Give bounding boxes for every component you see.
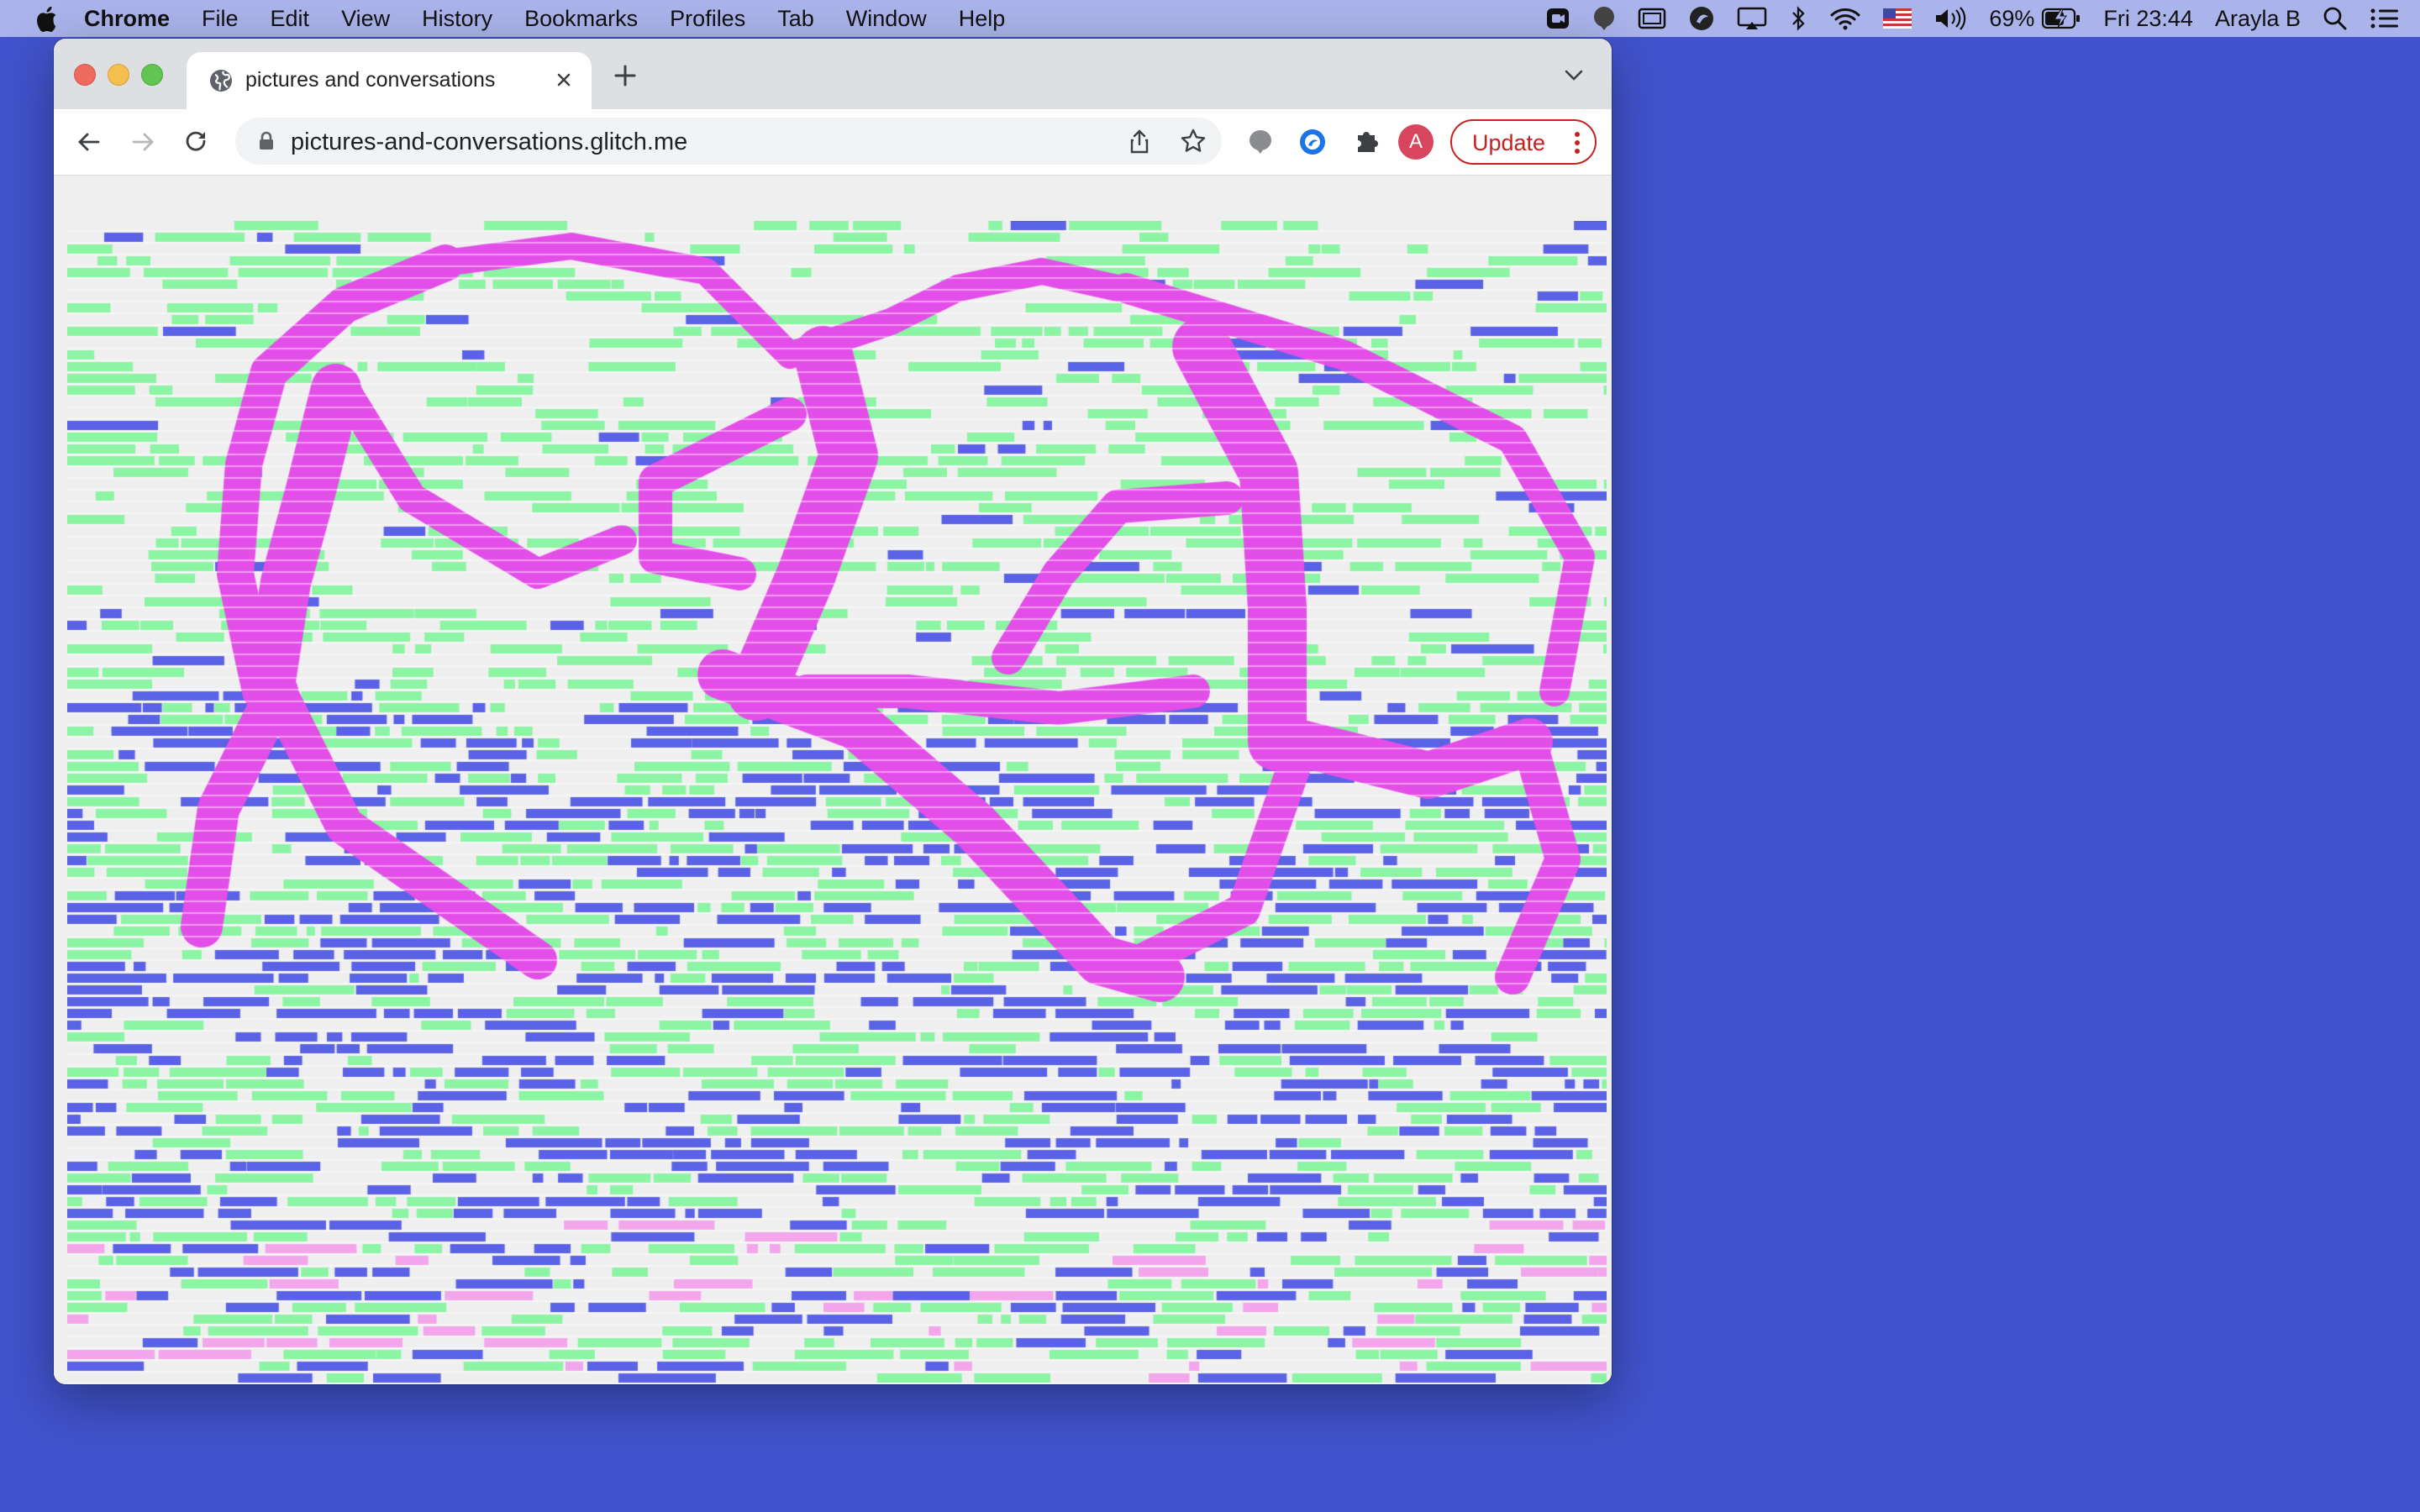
page-content (54, 176, 1612, 1384)
reload-button[interactable] (180, 109, 213, 175)
tab-strip: pictures and conversations (54, 39, 1612, 109)
more-menu-icon (1575, 132, 1580, 154)
zoom-icon[interactable] (1545, 6, 1570, 31)
close-window-button[interactable] (74, 64, 96, 86)
menu-bar: Chrome File Edit View History Bookmarks … (0, 0, 2420, 37)
profile-avatar[interactable]: A (1398, 124, 1434, 160)
forward-button[interactable] (126, 109, 160, 175)
extension-logo-icon (1300, 129, 1325, 155)
menu-edit[interactable]: Edit (271, 6, 310, 32)
url-text[interactable]: pictures-and-conversations.glitch.me (291, 129, 687, 156)
tab-title: pictures and conversations (245, 68, 496, 92)
lock-icon[interactable] (257, 131, 276, 151)
menu-tab[interactable]: Tab (777, 6, 814, 32)
extension-browser-button[interactable] (1294, 109, 1331, 175)
browser-window: pictures and conversations pictures-and-… (54, 39, 1612, 1384)
minimize-window-button[interactable] (108, 64, 129, 86)
glitch-ascii-dancers-image (67, 221, 1607, 1384)
forward-arrow-icon (132, 133, 154, 151)
chat-bubble-icon[interactable] (1592, 6, 1616, 31)
menu-bookmarks[interactable]: Bookmarks (524, 6, 638, 32)
tab-active[interactable]: pictures and conversations (187, 52, 592, 109)
window-manager-icon[interactable] (1638, 6, 1666, 31)
menu-file[interactable]: File (202, 6, 239, 32)
update-button[interactable]: Update (1450, 119, 1597, 165)
back-button[interactable] (72, 109, 106, 175)
menu-view[interactable]: View (341, 6, 390, 32)
wifi-icon[interactable] (1829, 6, 1861, 31)
back-arrow-icon (78, 133, 100, 151)
speech-bubble-icon (1249, 130, 1271, 154)
menu-window[interactable]: Window (846, 6, 927, 32)
us-flag-input-icon[interactable] (1883, 8, 1912, 29)
user-name[interactable]: Arayla B (2215, 6, 2301, 32)
battery-charging-icon[interactable] (2041, 7, 2081, 30)
clock[interactable]: Fri 23:44 (2103, 6, 2193, 32)
zoom-window-button[interactable] (141, 64, 163, 86)
close-tab-icon[interactable] (551, 67, 576, 92)
battery-percent[interactable]: 69% (1989, 6, 2034, 32)
globe-icon (210, 70, 232, 92)
airplay-icon[interactable] (1737, 6, 1767, 31)
menu-app-name[interactable]: Chrome (84, 6, 170, 32)
reload-icon (186, 131, 206, 151)
bluetooth-icon[interactable] (1789, 6, 1807, 31)
menu-profiles[interactable]: Profiles (670, 6, 745, 32)
puzzle-piece-icon (1358, 132, 1378, 152)
volume-icon[interactable] (1933, 6, 1967, 31)
address-bar[interactable]: pictures-and-conversations.glitch.me (235, 118, 1222, 165)
spotlight-search-icon[interactable] (2323, 6, 2348, 31)
share-icon[interactable] (1126, 128, 1153, 155)
extension-speech-button[interactable] (1242, 109, 1279, 175)
extensions-button[interactable] (1348, 109, 1385, 175)
chevron-down-icon[interactable] (1563, 67, 1585, 84)
screenshot-tool-icon[interactable] (1688, 5, 1715, 32)
update-label: Update (1472, 130, 1546, 155)
browser-toolbar: pictures-and-conversations.glitch.me A U… (54, 109, 1612, 176)
control-center-icon[interactable] (2370, 6, 2400, 31)
menu-history[interactable]: History (422, 6, 492, 32)
bookmark-star-icon[interactable] (1180, 128, 1207, 155)
new-tab-icon[interactable] (612, 62, 639, 89)
apple-logo-icon[interactable] (34, 5, 59, 32)
menu-help[interactable]: Help (959, 6, 1006, 32)
